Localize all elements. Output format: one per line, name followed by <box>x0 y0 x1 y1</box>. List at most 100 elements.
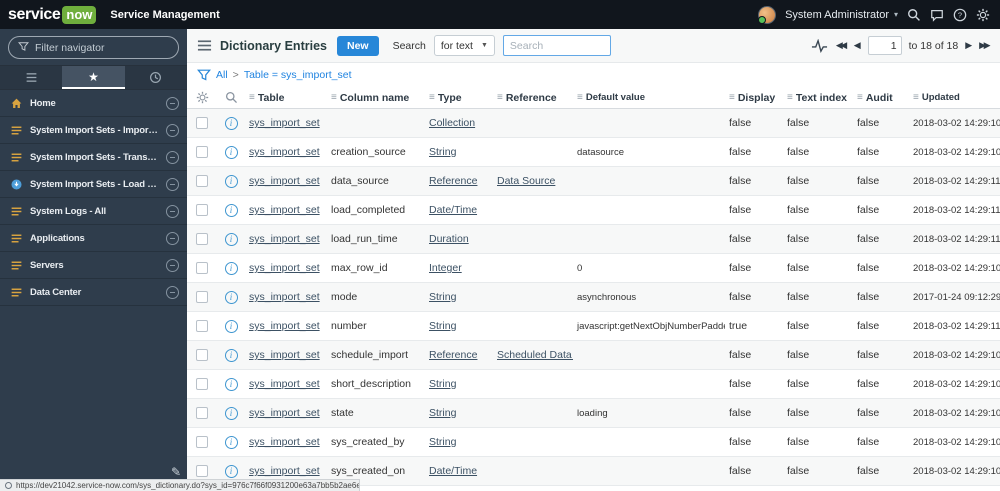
user-menu[interactable]: System Administrator <box>785 9 889 21</box>
row-checkbox[interactable] <box>196 320 208 332</box>
sidebar-item-system-logs-all[interactable]: System Logs - All <box>0 198 187 225</box>
column-header-default_value[interactable]: ≡ Default value <box>573 92 725 103</box>
sidebar-item-system-import-sets-import-sets[interactable]: System Import Sets - Import Sets <box>0 117 187 144</box>
column-menu-icon[interactable]: ≡ <box>497 92 503 103</box>
column-header-table[interactable]: ≡ Table <box>245 92 327 104</box>
column-menu-icon[interactable]: ≡ <box>577 92 583 103</box>
row-checkbox[interactable] <box>196 117 208 129</box>
chevron-down-icon[interactable]: ▾ <box>894 10 898 19</box>
row-checkbox[interactable] <box>196 175 208 187</box>
row-checkbox[interactable] <box>196 465 208 477</box>
row-checkbox[interactable] <box>196 378 208 390</box>
page-number-input[interactable] <box>867 36 902 55</box>
filter-navigator-input[interactable] <box>35 41 165 54</box>
column-header-text_index[interactable]: ≡ Text index <box>783 92 853 104</box>
funnel-icon[interactable] <box>197 68 211 82</box>
sidebar-item-home[interactable]: Home <box>0 90 187 117</box>
link-table[interactable]: sys_import_set <box>249 378 320 390</box>
row-checkbox[interactable] <box>196 349 208 361</box>
help-icon[interactable]: ? <box>953 8 967 22</box>
column-menu-icon[interactable]: ≡ <box>787 92 793 103</box>
column-menu-icon[interactable]: ≡ <box>857 92 863 103</box>
info-icon[interactable]: i <box>224 464 238 478</box>
breadcrumb-all[interactable]: All <box>216 69 228 81</box>
link-type[interactable]: Date/Time <box>429 204 477 216</box>
link-table[interactable]: sys_import_set <box>249 349 320 361</box>
info-icon[interactable]: i <box>224 145 238 159</box>
breadcrumb-query[interactable]: Table = sys_import_set <box>244 69 352 81</box>
personalize-gear-icon[interactable] <box>187 91 217 104</box>
column-menu-icon[interactable]: ≡ <box>729 92 735 103</box>
collapse-minus-icon[interactable] <box>166 96 179 110</box>
link-table[interactable]: sys_import_set <box>249 436 320 448</box>
sidebar-item-applications[interactable]: Applications <box>0 225 187 252</box>
collapse-minus-icon[interactable] <box>166 285 179 299</box>
row-checkbox[interactable] <box>196 233 208 245</box>
avatar[interactable] <box>758 5 777 24</box>
row-checkbox[interactable] <box>196 146 208 158</box>
column-header-audit[interactable]: ≡ Audit <box>853 92 909 104</box>
row-checkbox[interactable] <box>196 407 208 419</box>
column-header-column_name[interactable]: ≡ Column name <box>327 92 425 104</box>
info-icon[interactable]: i <box>224 116 238 130</box>
info-icon[interactable]: i <box>224 261 238 275</box>
link-type[interactable]: Collection <box>429 117 475 129</box>
sidebar-item-system-import-sets-transform[interactable]: System Import Sets - Transform... <box>0 144 187 171</box>
prev-page-icon[interactable]: ◀ <box>854 41 861 50</box>
column-menu-icon[interactable]: ≡ <box>331 92 337 103</box>
info-icon[interactable]: i <box>224 290 238 304</box>
column-header-display[interactable]: ≡ Display <box>725 92 783 104</box>
collapse-minus-icon[interactable] <box>166 204 179 218</box>
collapse-minus-icon[interactable] <box>166 150 179 164</box>
tab-history[interactable] <box>125 66 187 89</box>
link-type[interactable]: Date/Time <box>429 465 477 477</box>
link-table[interactable]: sys_import_set <box>249 262 320 274</box>
first-page-icon[interactable]: ◀◀ <box>836 41 847 50</box>
info-icon[interactable]: i <box>224 232 238 246</box>
link-table[interactable]: sys_import_set <box>249 146 320 158</box>
column-header-updated[interactable]: ≡ Updated <box>909 92 1000 103</box>
info-icon[interactable]: i <box>224 319 238 333</box>
column-menu-icon[interactable]: ≡ <box>249 92 255 103</box>
info-icon[interactable]: i <box>224 348 238 362</box>
list-search-icon[interactable] <box>217 91 245 104</box>
collapse-minus-icon[interactable] <box>166 231 179 245</box>
next-page-icon[interactable]: ▶ <box>965 41 972 50</box>
collapse-minus-icon[interactable] <box>166 177 179 191</box>
row-checkbox[interactable] <box>196 291 208 303</box>
link-table[interactable]: sys_import_set <box>249 204 320 216</box>
info-icon[interactable]: i <box>224 174 238 188</box>
chat-icon[interactable] <box>930 8 944 22</box>
link-table[interactable]: sys_import_set <box>249 291 320 303</box>
info-icon[interactable]: i <box>224 435 238 449</box>
sidebar-item-servers[interactable]: Servers <box>0 252 187 279</box>
sidebar-item-system-import-sets-load-data[interactable]: System Import Sets - Load Data <box>0 171 187 198</box>
tab-all-applications[interactable] <box>0 66 62 89</box>
tab-favorites[interactable]: ★ <box>62 66 125 89</box>
link-type[interactable]: String <box>429 146 456 158</box>
info-icon[interactable]: i <box>224 406 238 420</box>
link-type[interactable]: String <box>429 407 456 419</box>
link-type[interactable]: String <box>429 291 456 303</box>
info-icon[interactable]: i <box>224 377 238 391</box>
link-type[interactable]: String <box>429 378 456 390</box>
row-checkbox[interactable] <box>196 436 208 448</box>
link-table[interactable]: sys_import_set <box>249 175 320 187</box>
column-menu-icon[interactable]: ≡ <box>429 92 435 103</box>
link-reference[interactable]: Scheduled Data Import <box>497 349 573 361</box>
activity-stream-icon[interactable] <box>811 38 828 53</box>
sidebar-item-data-center[interactable]: Data Center <box>0 279 187 306</box>
link-table[interactable]: sys_import_set <box>249 117 320 129</box>
link-type[interactable]: Duration <box>429 233 469 245</box>
collapse-minus-icon[interactable] <box>166 123 179 137</box>
link-type[interactable]: Reference <box>429 349 477 361</box>
edit-favorites-pencil-icon[interactable]: ✎ <box>171 465 181 479</box>
filter-navigator-box[interactable] <box>8 36 179 59</box>
link-type[interactable]: String <box>429 320 456 332</box>
search-icon[interactable] <box>907 8 921 22</box>
gear-icon[interactable] <box>976 8 990 22</box>
link-table[interactable]: sys_import_set <box>249 407 320 419</box>
link-table[interactable]: sys_import_set <box>249 465 320 477</box>
search-type-select[interactable]: for text ▼ <box>433 35 495 56</box>
info-icon[interactable]: i <box>224 203 238 217</box>
